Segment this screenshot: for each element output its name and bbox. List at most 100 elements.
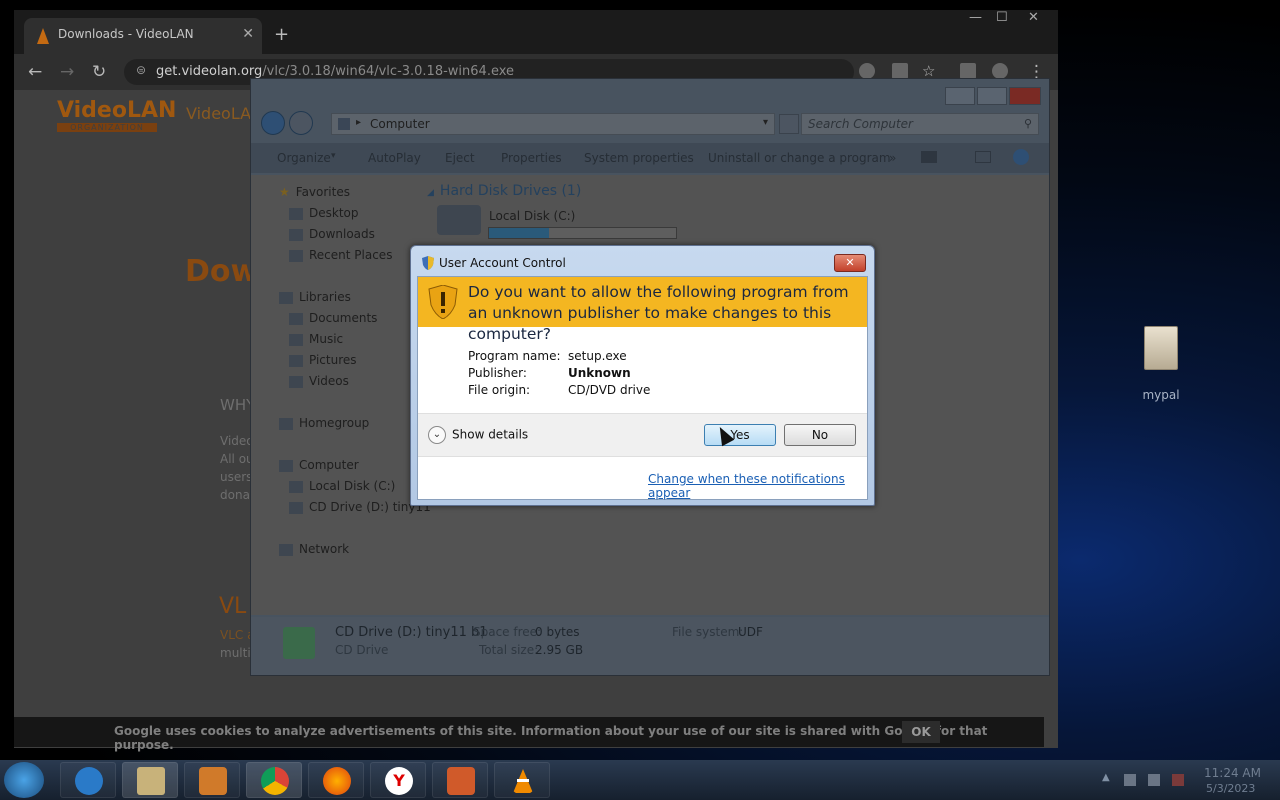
back-icon[interactable]: ← [28,62,42,82]
tab-close-icon[interactable]: ✕ [242,26,254,42]
system-properties-button[interactable]: System properties [584,151,694,165]
network-tray-icon[interactable] [1148,774,1160,786]
nav-homegroup[interactable]: Homegroup [279,416,369,430]
eject-button[interactable]: Eject [445,151,475,165]
explorer-search-field[interactable]: Search Computer ⚲ [801,113,1039,135]
maximize-icon[interactable]: ☐ [996,10,1008,25]
nav-favorites-label: Favorites [295,185,350,199]
clock-time[interactable]: 11:24 AM [1204,766,1261,780]
taskbar-explorer[interactable] [122,762,178,798]
yandex-icon: Y [385,767,413,795]
show-hidden-icons-icon[interactable]: ▲ [1102,772,1110,783]
organize-button[interactable]: Organize [277,151,331,165]
preview-pane-icon[interactable] [975,151,991,163]
lock-icon: ⊜ [136,63,147,77]
autoplay-button[interactable]: AutoPlay [368,151,421,165]
taskbar-chrome[interactable] [246,762,302,798]
logo-subtext: ORGANIZATION [57,123,157,132]
explorer-minimize-button[interactable] [945,87,975,105]
taskbar-firefox[interactable] [308,762,364,798]
view-options-icon[interactable] [921,151,937,163]
yes-button[interactable]: Yes [704,424,776,446]
taskbar-ie[interactable] [60,762,116,798]
nav-homegroup-label: Homegroup [299,416,370,430]
search-icon: ⚲ [1023,117,1032,130]
nav-computer[interactable]: Computer [279,458,359,472]
no-button[interactable]: No [784,424,856,446]
nav-documents[interactable]: Documents [289,311,377,325]
help-icon[interactable] [1013,149,1029,165]
clock-date[interactable]: 5/3/2023 [1206,782,1255,795]
reload-icon[interactable]: ↻ [92,62,106,82]
side-panel-icon[interactable] [960,63,976,79]
nav-recent-label: Recent Places [309,248,393,262]
taskbar-media-player[interactable] [184,762,240,798]
cookie-ok-button[interactable]: OK [902,721,940,743]
share-icon[interactable] [892,63,908,79]
taskbar-app[interactable] [432,762,488,798]
uninstall-button[interactable]: Uninstall or change a program [708,151,891,165]
volume-muted-icon[interactable] [1172,774,1184,786]
uac-close-button[interactable]: ✕ [834,254,866,272]
para-line-3: users [220,470,253,484]
media-player-icon [199,767,227,795]
vlc-cone-icon [513,769,533,793]
uac-button-row: ⌄ Show details Yes No [418,413,867,457]
nav-music[interactable]: Music [289,332,343,346]
uac-dialog: User Account Control ✕ Do you want to al… [410,245,875,506]
start-button[interactable] [4,762,44,798]
desktop-icon-label: mypal [1142,388,1180,402]
nav-network[interactable]: Network [279,542,349,556]
file-system-label: File system: [672,625,744,639]
show-details-toggle[interactable]: ⌄ Show details [428,426,528,444]
nav-downloads[interactable]: Downloads [289,227,375,241]
action-center-flag-icon[interactable] [1124,774,1136,786]
taskbar-yandex[interactable]: Y [370,762,426,798]
nav-music-label: Music [309,332,344,346]
more-commands-icon[interactable]: » [889,151,896,165]
nav-recent[interactable]: Recent Places [289,248,392,262]
explorer-maximize-button[interactable] [977,87,1007,105]
taskbar-vlc[interactable] [494,762,550,798]
new-tab-icon[interactable]: + [274,24,289,45]
vlc-cone-icon [37,28,49,44]
section-heading[interactable]: ◢ Hard Disk Drives (1) [427,183,581,199]
nav-favorites[interactable]: ★ Favorites [279,185,350,199]
minimize-icon[interactable]: — [969,10,982,25]
total-size-value: 2.95 GB [535,643,584,657]
nav-pictures[interactable]: Pictures [289,353,357,367]
drive-name[interactable]: Local Disk (C:) [489,209,575,223]
recent-places-icon [289,249,303,262]
program-name-label: Program name: [468,349,561,363]
nav-desktop[interactable]: Desktop [289,206,359,220]
properties-button[interactable]: Properties [501,151,562,165]
browser-tab[interactable]: Downloads - VideoLAN ✕ [24,18,262,54]
refresh-icon[interactable] [779,114,799,134]
uac-shield-icon [422,256,434,270]
explorer-close-button[interactable] [1009,87,1041,105]
window-close-icon[interactable]: ✕ [1028,10,1039,25]
profile-icon[interactable] [992,63,1008,79]
address-dropdown-icon[interactable]: ▾ [763,117,768,128]
videolan-logo[interactable]: VideoLAN ORGANIZATION [57,98,176,132]
desktop-icon [289,207,303,220]
app-icon [447,767,475,795]
google-icon[interactable] [859,63,875,79]
forward-icon[interactable]: → [60,62,74,82]
desktop-folder-mypal[interactable]: mypal [1130,326,1192,402]
videos-icon [289,375,303,388]
nav-local-disk-label: Local Disk (C:) [309,479,396,493]
site-name[interactable]: VideoLA [186,104,251,123]
collapse-triangle-icon: ◢ [427,188,434,198]
nav-libraries[interactable]: Libraries [279,290,351,304]
vlc-heading: VL [219,594,247,619]
url-path: /vlc/3.0.18/win64/vlc-3.0.18-win64.exe [262,64,515,79]
nav-pictures-label: Pictures [309,353,357,367]
explorer-forward-icon[interactable] [289,111,313,135]
explorer-back-icon[interactable] [261,111,285,135]
explorer-address-field[interactable]: ▸ Computer ▾ [331,113,775,135]
page-heading: Dow [185,254,259,289]
notification-settings-link[interactable]: Change when these notifications appear [648,472,867,500]
nav-local-disk[interactable]: Local Disk (C:) [289,479,395,493]
nav-videos[interactable]: Videos [289,374,349,388]
